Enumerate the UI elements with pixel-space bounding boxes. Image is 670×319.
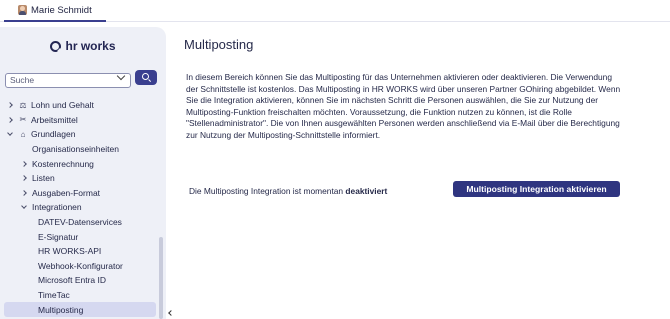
- status-value: deaktiviert: [345, 186, 388, 196]
- sidebar-item-label: Organisationseinheiten: [32, 144, 119, 155]
- sidebar-item[interactable]: Microsoft Entra ID: [0, 273, 158, 288]
- sidebar-item[interactable]: ⌂ Grundlagen: [0, 127, 158, 142]
- chevron-right-icon[interactable]: [20, 190, 28, 196]
- search-input[interactable]: [5, 72, 131, 88]
- search-field-wrapper: [5, 70, 131, 88]
- payroll-icon: ⚖: [19, 100, 27, 110]
- sidebar-item-label: Microsoft Entra ID: [38, 275, 107, 286]
- home-icon: ⌂: [20, 129, 26, 139]
- top-tab-bar: Marie Schmidt: [0, 0, 670, 22]
- user-name: Marie Schmidt: [31, 4, 92, 16]
- sidebar-item[interactable]: Kostenrechnung: [0, 156, 158, 171]
- tools-icon: ✂: [19, 115, 27, 125]
- chevron-right-icon[interactable]: [6, 102, 14, 109]
- status-prefix: Die Multiposting Integration ist momenta…: [189, 186, 346, 196]
- sidebar-item-label: Lohn und Gehalt: [31, 100, 94, 111]
- sidebar-item-label: Multiposting: [38, 304, 84, 315]
- sidebar-item-label: Listen: [32, 173, 55, 184]
- logo-text: hr works: [65, 39, 116, 53]
- sidebar-item-label: DATEV-Datenservices: [38, 217, 122, 228]
- sidebar: hr works ⚖ Lohn und Gehalt ✂ Arbeitsmittel ⌂…: [0, 27, 166, 319]
- sidebar-item[interactable]: ⚖ Lohn und Gehalt: [0, 98, 158, 113]
- chevron-right-icon[interactable]: [20, 175, 28, 182]
- sidebar-item-label: Webhook-Konfigurator: [38, 260, 123, 271]
- sidebar-item-label: Grundlagen: [31, 129, 76, 140]
- sidebar-item-label: HR WORKS-API: [38, 246, 102, 257]
- chevron-down-icon[interactable]: [6, 130, 14, 137]
- sidebar-item-label: Kostenrechnung: [32, 158, 94, 169]
- chevron-right-icon[interactable]: [20, 160, 28, 167]
- page-title: Multiposting: [184, 37, 254, 52]
- sidebar-item[interactable]: DATEV-Datenservices: [0, 215, 158, 230]
- sidebar-item[interactable]: TimeTac: [0, 288, 158, 303]
- sidebar-item[interactable]: Ausgaben-Format: [0, 186, 158, 201]
- sidebar-item[interactable]: Webhook-Konfigurator: [0, 259, 158, 274]
- sidebar-item[interactable]: Multiposting: [4, 302, 156, 317]
- hrworks-logo[interactable]: hr works: [0, 39, 166, 53]
- sidebar-nav: ⚖ Lohn und Gehalt ✂ Arbeitsmittel ⌂ Grundlage…: [0, 98, 158, 317]
- sidebar-item-label: Arbeitsmittel: [31, 114, 78, 125]
- sidebar-item[interactable]: ✂ Arbeitsmittel: [0, 113, 158, 128]
- description-text: In diesem Bereich können Sie das Multipo…: [186, 72, 621, 140]
- sidebar-item[interactable]: Organisationseinheiten: [0, 142, 158, 157]
- sidebar-item-label: E-Signatur: [38, 231, 79, 242]
- chevron-down-icon[interactable]: [20, 203, 28, 210]
- activate-multiposting-button[interactable]: Multiposting Integration aktivieren: [453, 181, 620, 197]
- integration-status: Die Multiposting Integration ist momenta…: [189, 186, 387, 196]
- sidebar-item-label: TimeTac: [38, 290, 70, 301]
- user-tab[interactable]: Marie Schmidt: [4, 0, 106, 22]
- avatar: [18, 5, 27, 15]
- collapse-sidebar-button[interactable]: [166, 306, 176, 319]
- sidebar-item[interactable]: E-Signatur: [0, 229, 158, 244]
- logo-icon: [50, 40, 62, 52]
- sidebar-item[interactable]: Listen: [0, 171, 158, 186]
- search-icon: [142, 73, 149, 80]
- sidebar-item[interactable]: Integrationen: [0, 200, 158, 215]
- chevron-right-icon[interactable]: [6, 117, 14, 123]
- sidebar-scrollbar[interactable]: [159, 237, 163, 319]
- chevron-left-icon: [168, 309, 174, 316]
- sidebar-item-label: Ausgaben-Format: [32, 187, 101, 198]
- sidebar-item[interactable]: HR WORKS-API: [0, 244, 158, 259]
- sidebar-item-label: Integrationen: [32, 202, 82, 213]
- search-button[interactable]: [135, 70, 157, 85]
- search-row: [5, 70, 157, 88]
